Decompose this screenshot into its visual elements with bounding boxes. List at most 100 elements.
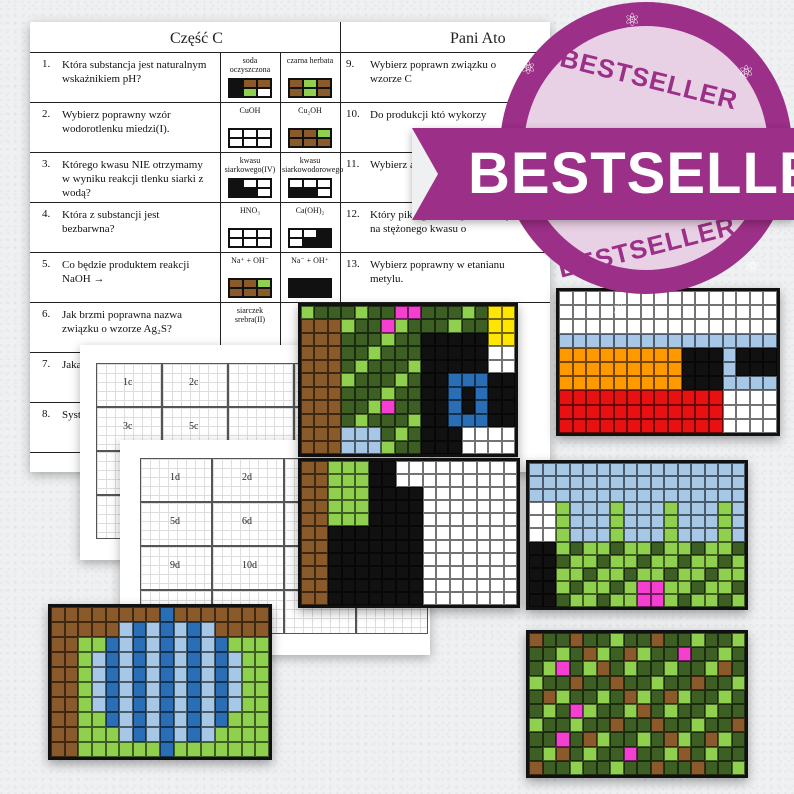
pixel	[668, 404, 682, 419]
pixel	[395, 487, 409, 501]
pixel	[119, 697, 133, 712]
pixel	[722, 390, 737, 405]
pixel	[463, 591, 477, 605]
pixel	[623, 541, 637, 555]
pixel	[200, 667, 215, 682]
pixel	[637, 528, 651, 542]
question-number: 3.	[42, 158, 51, 170]
pixel	[569, 746, 583, 761]
pixel	[301, 552, 315, 566]
pixel	[583, 675, 597, 690]
pixel	[599, 418, 614, 433]
pixel	[214, 652, 229, 667]
pixel	[64, 622, 79, 637]
pixel	[327, 413, 342, 428]
answer-color-box	[228, 228, 272, 248]
pixel	[654, 418, 668, 433]
pixel	[503, 591, 517, 605]
pixel	[691, 502, 705, 516]
pixel	[691, 489, 705, 503]
pixel	[394, 386, 408, 401]
pixel	[368, 513, 382, 527]
pixel	[695, 404, 709, 419]
question-row: 4. Która z substancji jest bezbarwna? HNO₃…	[30, 202, 340, 253]
pixel	[529, 593, 543, 607]
question-text: Wybierz poprawn związku o wzorze C	[370, 59, 497, 85]
pixel	[91, 742, 106, 757]
pixel	[474, 306, 489, 320]
pixel	[664, 567, 678, 581]
pixel	[255, 697, 269, 712]
pixel	[341, 578, 355, 592]
pixel	[160, 652, 174, 667]
pixel	[119, 727, 133, 742]
pixel	[51, 607, 65, 622]
pixel	[586, 319, 600, 334]
pixel	[668, 361, 682, 377]
pixel	[301, 578, 315, 592]
question-number: 11.	[346, 158, 360, 170]
pixel	[559, 305, 573, 320]
pixel	[583, 463, 597, 477]
pixel	[650, 541, 664, 555]
pixel	[749, 404, 764, 419]
grid-cell-label: 1c	[123, 377, 133, 388]
question-text: Która substancja jest naturalnym wskaźni…	[62, 59, 207, 85]
pixel	[173, 727, 188, 742]
pixel	[301, 513, 315, 527]
pixel	[463, 565, 477, 579]
grid-cell-label: 3c	[123, 421, 133, 432]
pixel	[637, 580, 651, 594]
pixel	[105, 652, 120, 667]
pixel	[691, 760, 705, 775]
question-text: Która z substancji jest bezbarwna?	[62, 209, 160, 235]
pixel	[422, 487, 436, 501]
pixel	[187, 727, 201, 742]
pixel	[436, 461, 450, 475]
pixel-art-meadow	[526, 460, 748, 610]
pixel	[542, 541, 556, 555]
pixel	[105, 742, 120, 757]
pixel	[583, 718, 597, 733]
pixel	[704, 633, 718, 648]
pixel	[691, 567, 705, 581]
pixel	[627, 305, 641, 320]
pixel	[461, 427, 475, 441]
pixel	[146, 682, 160, 697]
pixel	[474, 359, 489, 374]
pixel	[146, 652, 160, 667]
pixel	[572, 390, 587, 405]
pixel	[490, 513, 504, 527]
pixel	[409, 539, 423, 553]
pixel	[91, 652, 106, 667]
pixel	[91, 712, 106, 727]
pixel	[529, 554, 543, 568]
pixel	[91, 667, 106, 682]
pixel	[664, 661, 678, 676]
pixel	[64, 712, 79, 727]
grid-cell-label: 10d	[242, 560, 257, 571]
pixel	[408, 319, 422, 333]
pixel	[367, 386, 382, 401]
pixel	[436, 578, 450, 592]
pixel	[650, 515, 664, 529]
pixel	[64, 652, 79, 667]
pixel	[708, 418, 723, 433]
pixel	[677, 489, 691, 503]
pixel	[436, 487, 450, 501]
pixel	[409, 461, 423, 475]
pixel	[736, 376, 750, 391]
pixel	[718, 647, 732, 662]
pixel	[704, 675, 718, 690]
pixel	[542, 489, 556, 503]
pixel	[409, 513, 423, 527]
pixel	[704, 528, 718, 542]
pixel	[718, 633, 732, 648]
pixel	[214, 697, 229, 712]
pixel	[677, 593, 691, 607]
pixel	[78, 667, 92, 682]
answer-color-box	[288, 78, 332, 98]
pixel	[627, 361, 641, 377]
pixel	[395, 474, 409, 488]
pixel	[421, 427, 435, 441]
